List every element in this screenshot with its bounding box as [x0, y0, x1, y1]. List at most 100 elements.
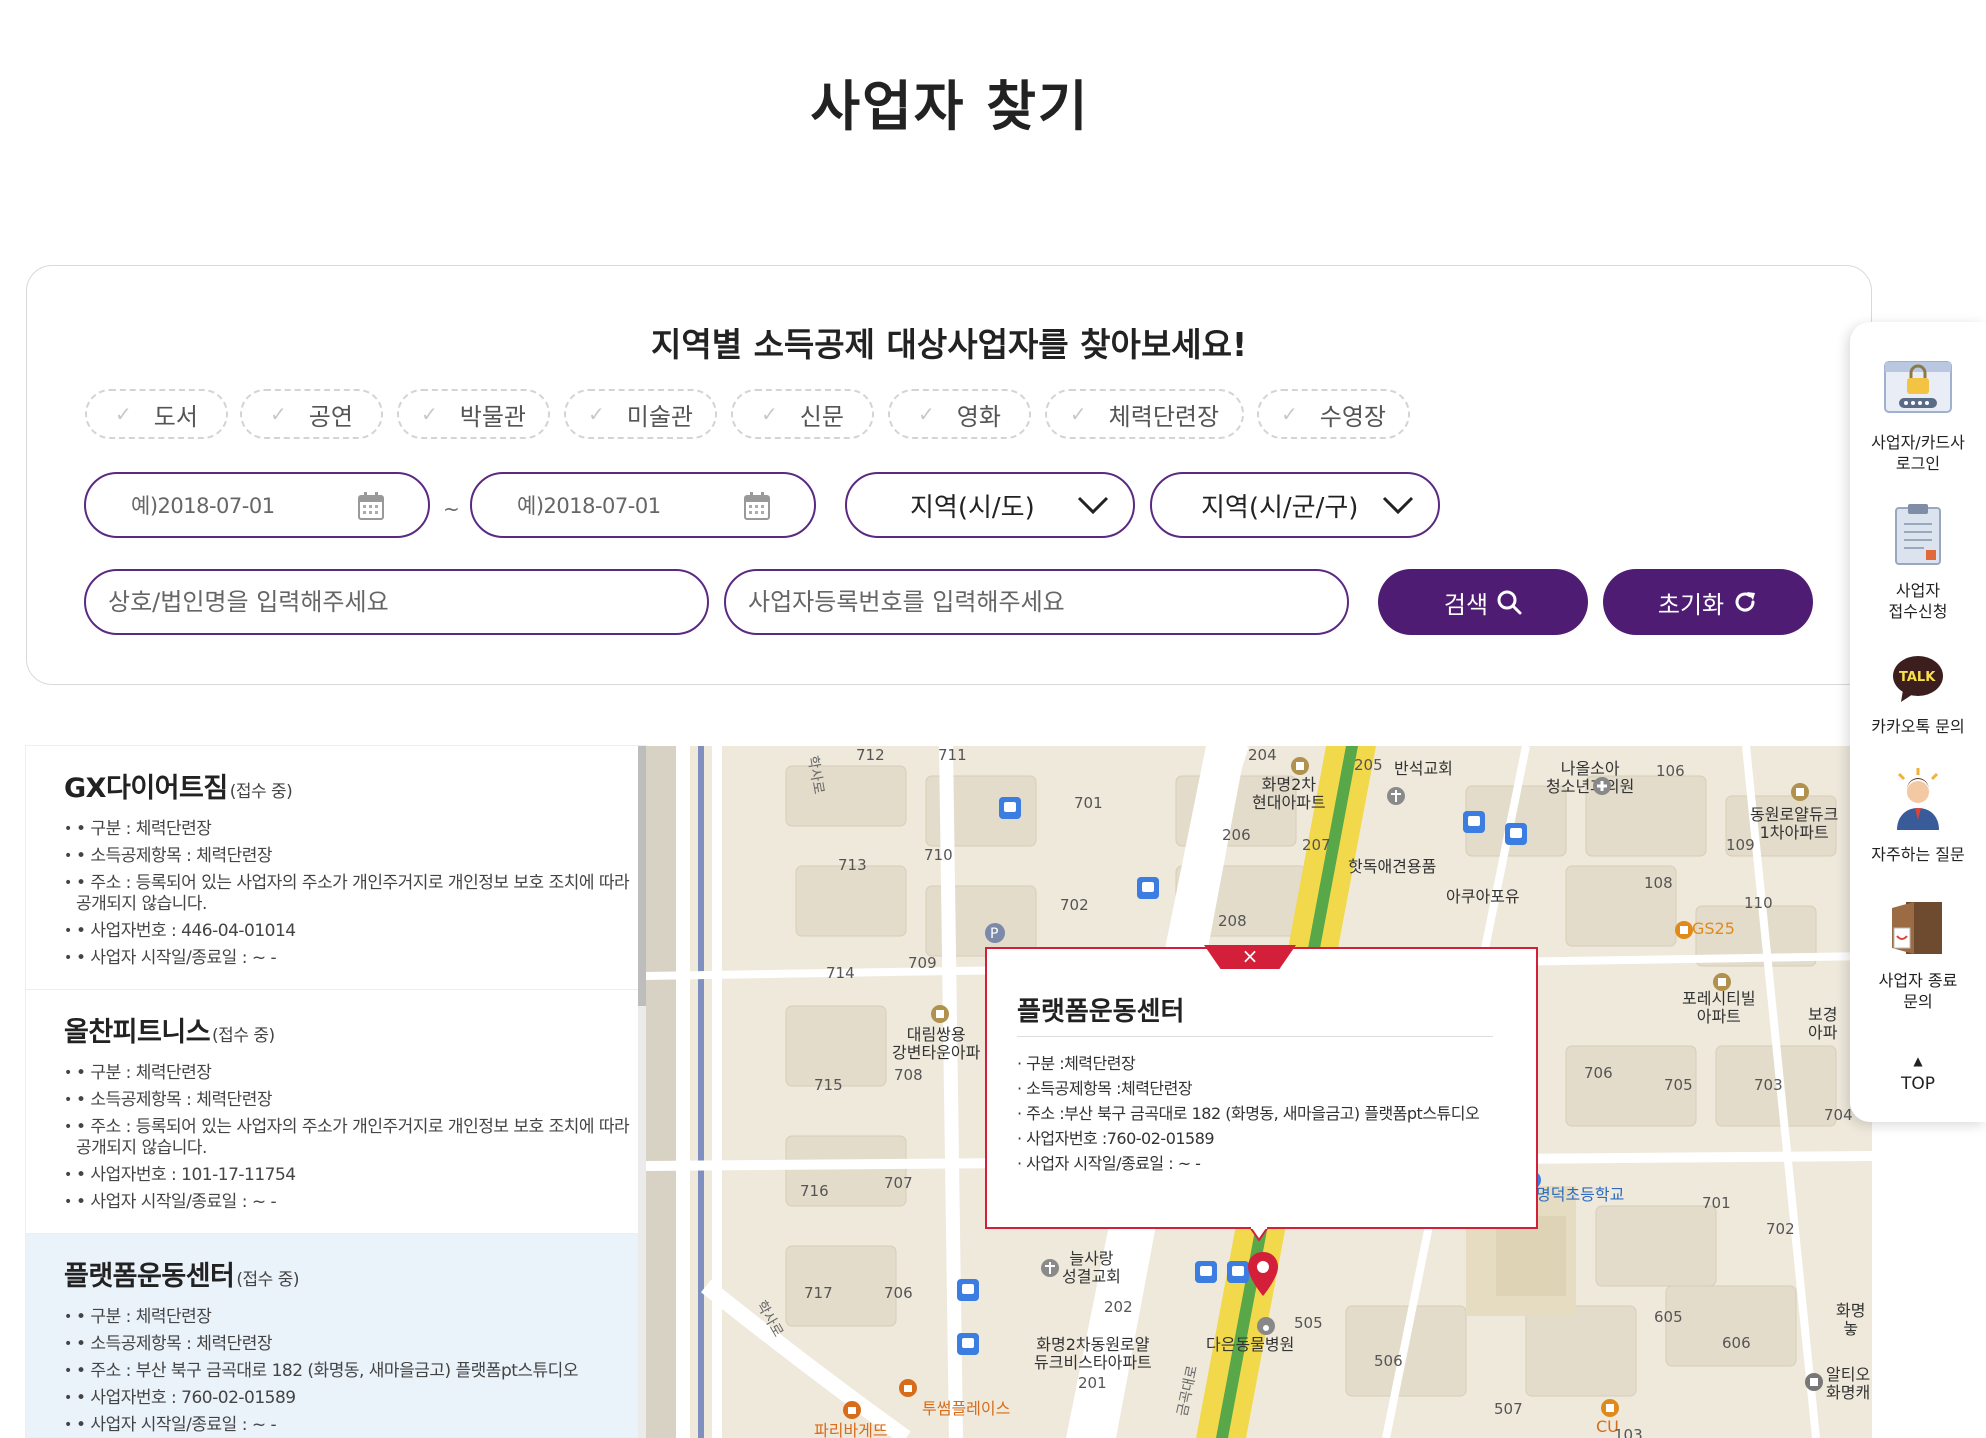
bus-stop-icon[interactable]: [1136, 876, 1160, 900]
map-label: 화명2차동원로얄 듀크비스타아파트: [1034, 1335, 1152, 1372]
building-number: 713: [838, 856, 867, 874]
popup-tail: [1250, 1227, 1268, 1241]
result-item[interactable]: 올찬피트니스(접수 중) • 구분 : 체력단련장 • 소득공제항목 : 체력단…: [26, 990, 638, 1234]
location-pin-icon[interactable]: [1246, 1250, 1280, 1298]
check-icon: ✓: [587, 402, 605, 426]
map-label: 화명2차 현대아파트: [1252, 775, 1326, 812]
pet-clinic-icon: [1257, 1317, 1275, 1335]
category-chip-swimming[interactable]: ✓ 수영장: [1257, 389, 1410, 439]
map-label: 대림쌍용 강변타운아파: [892, 1025, 981, 1062]
church-icon: [1387, 787, 1405, 805]
bus-stop-icon[interactable]: [1504, 822, 1528, 846]
building-number: 710: [924, 846, 953, 864]
building-number: 701: [1702, 1194, 1731, 1212]
arrow-up-icon: ▲: [1913, 1054, 1923, 1068]
status-badge: (접수 중): [229, 782, 293, 802]
bus-stop-icon[interactable]: [956, 1332, 980, 1356]
search-icon: [1497, 590, 1522, 615]
map-label: 명덕초등학교: [1536, 1185, 1625, 1204]
category-chip-movie[interactable]: ✓ 영화: [888, 389, 1031, 439]
category-chip-museum[interactable]: ✓ 박물관: [397, 389, 550, 439]
business-number-input[interactable]: [724, 569, 1349, 635]
parking-icon[interactable]: P: [984, 922, 1006, 944]
category-chip-newspaper[interactable]: ✓ 신문: [731, 389, 874, 439]
result-regno: • 사업자번호 : 760-02-01589: [64, 1388, 638, 1409]
building-number: 204: [1248, 746, 1277, 764]
check-icon: ✓: [761, 402, 778, 426]
convenience-store-icon: [1675, 921, 1693, 939]
kakaotalk-icon: TALK: [1893, 656, 1943, 702]
building-number: 708: [894, 1066, 923, 1084]
quick-menu-kakaotalk[interactable]: TALK 카카오톡 문의: [1850, 654, 1986, 737]
result-deduction: • 소득공제항목 : 체력단련장: [64, 1334, 638, 1355]
quick-menu: 사업자/카드사 로그인 사업자 접수신청 TALK 카카오톡 문의 자주하는 질…: [1850, 322, 1986, 1122]
building-number: 705: [1664, 1076, 1693, 1094]
page-title: 사업자 찾기: [810, 75, 1090, 138]
category-chip-art-gallery[interactable]: ✓ 미술관: [564, 389, 717, 439]
building-number: 717: [804, 1284, 833, 1302]
reset-button[interactable]: 초기화: [1603, 569, 1813, 635]
bus-stop-icon[interactable]: [956, 1278, 980, 1302]
bus-stop-icon[interactable]: [1194, 1260, 1218, 1284]
building-number: 711: [938, 746, 967, 764]
result-item-selected[interactable]: 플랫폼운동센터(접수 중) • 구분 : 체력단련장 • 소득공제항목 : 체력…: [26, 1234, 638, 1438]
quick-menu-business-closure[interactable]: 사업자 종료 문의: [1850, 898, 1986, 1012]
scroll-to-top-button[interactable]: ▲ TOP: [1850, 1054, 1986, 1094]
result-item[interactable]: GX다이어트짐(접수 중) • 구분 : 체력단련장 • 소득공제항목 : 체력…: [26, 746, 638, 990]
building-number: 714: [826, 964, 855, 982]
building-number: 207: [1302, 836, 1331, 854]
map-label: 반석교회: [1394, 759, 1453, 778]
map-info-popup: × 플랫폼운동센터 · 구분 :체력단련장 · 소득공제항목 :체력단련장 · …: [985, 945, 1538, 1229]
calendar-icon[interactable]: [744, 492, 770, 520]
lock-icon: [1884, 361, 1952, 413]
building-number: 706: [884, 1284, 913, 1302]
check-icon: ✓: [270, 402, 287, 426]
map-label: 알티오 화명캐: [1826, 1365, 1871, 1402]
result-title: GX다이어트짐 (접수 중): [64, 773, 293, 804]
apartment-icon: [1791, 783, 1809, 801]
end-date-input[interactable]: 예)2018-07-01: [470, 472, 816, 538]
building-number: 709: [908, 954, 937, 972]
building-number: 704: [1824, 1106, 1853, 1124]
map-label: 화명 놓: [1836, 1301, 1866, 1338]
building-number: 701: [1074, 794, 1103, 812]
building-number: 716: [800, 1182, 829, 1200]
map-label: 보경 아파: [1808, 1005, 1838, 1042]
chevron-down-icon: [1077, 496, 1109, 515]
quick-menu-business-login[interactable]: 사업자/카드사 로그인: [1850, 356, 1986, 474]
result-address: • 주소 : 등록되어 있는 사업자의 주소가 개인주거지로 개인정보 보호 조…: [64, 873, 638, 915]
church-icon: [1041, 1259, 1059, 1277]
region-sido-select[interactable]: 지역(시/도): [845, 472, 1135, 538]
check-icon: ✓: [420, 402, 438, 426]
result-category: • 구분 : 체력단련장: [64, 819, 638, 840]
bus-stop-icon[interactable]: [998, 796, 1022, 820]
category-chip-books[interactable]: ✓ 도서: [85, 389, 228, 439]
door-exit-icon: [1892, 902, 1942, 954]
popup-close-button[interactable]: ×: [1204, 945, 1296, 969]
business-name-input[interactable]: [84, 569, 709, 635]
building-number: 702: [1060, 896, 1089, 914]
popup-details: · 구분 :체력단련장 · 소득공제항목 :체력단련장 · 주소 :부산 북구 …: [1017, 1052, 1507, 1177]
category-chip-performance[interactable]: ✓ 공연: [240, 389, 383, 439]
calendar-icon[interactable]: [358, 492, 384, 520]
region-sigungu-select[interactable]: 지역(시/군/구): [1150, 472, 1440, 538]
map-label: 다은동물병원: [1206, 1335, 1295, 1354]
building-number: 201: [1078, 1374, 1107, 1392]
quick-menu-faq[interactable]: 자주하는 질문: [1850, 766, 1986, 865]
building-number: 106: [1656, 762, 1685, 780]
result-title: 올찬피트니스 (접수 중): [64, 1017, 275, 1048]
building-number: 715: [814, 1076, 843, 1094]
search-button[interactable]: 검색: [1378, 569, 1588, 635]
scrollbar-thumb[interactable]: [638, 746, 646, 1006]
result-category: • 구분 : 체력단련장: [64, 1307, 638, 1328]
building-number: 702: [1766, 1220, 1795, 1238]
map-label: GS25: [1692, 919, 1735, 938]
quick-menu-business-apply[interactable]: 사업자 접수신청: [1850, 502, 1986, 622]
start-date-input[interactable]: 예)2018-07-01: [84, 472, 430, 538]
category-chip-fitness[interactable]: ✓ 체력단련장: [1045, 389, 1244, 439]
date-range-separator: ~: [443, 497, 460, 521]
map-label: 포레시티빌 아파트: [1682, 989, 1756, 1026]
map-label: 늘사랑 성결교회: [1062, 1249, 1121, 1286]
store-icon: [1805, 1373, 1823, 1391]
bus-stop-icon[interactable]: [1462, 810, 1486, 834]
